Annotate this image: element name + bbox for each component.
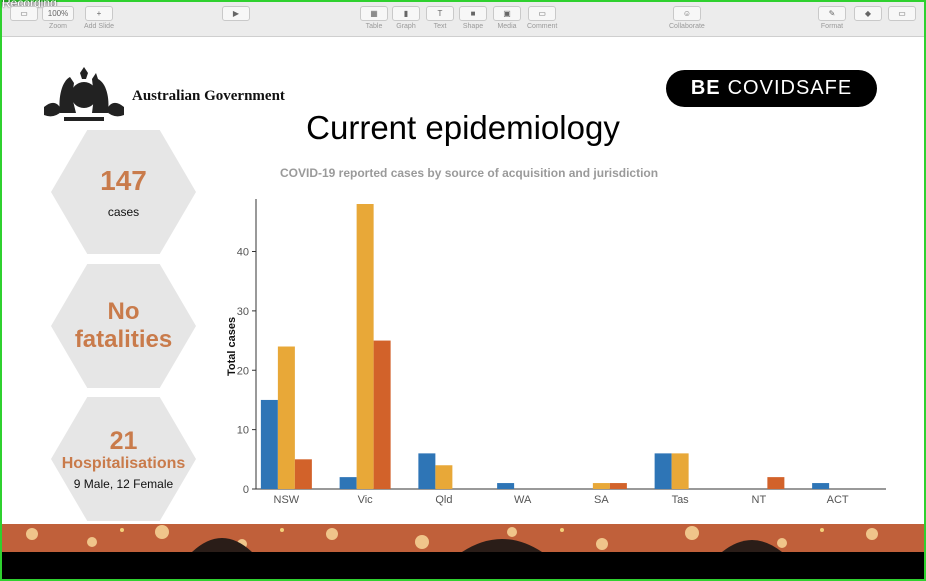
x-tick-label: SA bbox=[594, 494, 609, 506]
x-tick-label: Qld bbox=[435, 494, 452, 506]
view-button[interactable]: ▭ bbox=[10, 6, 38, 23]
y-axis-label: Total cases bbox=[226, 317, 238, 376]
bar bbox=[277, 346, 295, 489]
bar bbox=[592, 483, 610, 489]
zoom-label: Zoom bbox=[49, 23, 67, 30]
y-tick-label: 0 bbox=[243, 484, 249, 496]
slide-canvas[interactable]: Australian Government BE COVIDSAFE Curren… bbox=[2, 37, 924, 524]
bar bbox=[812, 483, 830, 489]
comment-icon: ▭ bbox=[528, 6, 557, 21]
comment-label: Comment bbox=[527, 23, 558, 30]
plus-icon: + bbox=[84, 6, 113, 21]
bottom-bar bbox=[2, 552, 924, 577]
hospitalisations-hexagon: 21 Hospitalisations 9 Male, 12 Female bbox=[51, 397, 196, 521]
graph-button[interactable]: ▮ Graph bbox=[392, 6, 420, 30]
graph-label: Graph bbox=[396, 23, 416, 30]
y-tick-label: 30 bbox=[237, 306, 249, 318]
fatalities-line2: fatalities bbox=[74, 326, 173, 353]
shape-icon: ■ bbox=[459, 6, 487, 21]
x-tick-label: Vic bbox=[358, 494, 374, 506]
x-tick-label: NT bbox=[752, 494, 767, 506]
x-tick-label: ACT bbox=[827, 494, 849, 506]
collaborate-icon: ☺ bbox=[672, 6, 701, 21]
bar bbox=[497, 483, 515, 489]
bar bbox=[609, 483, 627, 489]
sidebar-icon: ▭ bbox=[10, 6, 38, 21]
document-icon: ▭ bbox=[888, 6, 916, 21]
x-tick-label: WA bbox=[514, 494, 532, 506]
shape-label: Shape bbox=[462, 23, 484, 30]
government-label: Australian Government bbox=[132, 88, 285, 104]
comment-button[interactable]: ▭ Comment bbox=[527, 6, 557, 30]
diamond-icon: ◆ bbox=[854, 6, 882, 21]
collaborate-button[interactable]: ☺ Collaborate bbox=[669, 6, 705, 30]
graph-icon: ▮ bbox=[392, 6, 420, 21]
media-button[interactable]: ▣ Media bbox=[493, 6, 521, 30]
collaborate-label: Collaborate bbox=[669, 23, 705, 30]
format-label: Format bbox=[820, 23, 844, 30]
brand-rest: COVIDSAFE bbox=[727, 77, 853, 99]
table-icon: ▦ bbox=[360, 6, 388, 21]
cases-bar-chart: 0 10 20 30 40 Total cases NSW Vic Qld WA SA Tas NT AC… bbox=[226, 199, 886, 506]
bar bbox=[294, 459, 312, 489]
play-icon: ▶ bbox=[222, 6, 250, 21]
format-icon: ✎ bbox=[818, 6, 846, 21]
bar bbox=[339, 477, 357, 489]
toolbar: Recording ▭ 100% Zoom + Add Slide ▶ ▦ Tab… bbox=[2, 0, 924, 37]
x-tick-label: NSW bbox=[274, 494, 300, 506]
table-button[interactable]: ▦ Table bbox=[360, 6, 388, 30]
fatalities-hexagon: No fatalities bbox=[51, 264, 196, 388]
covidsafe-logo: BE COVIDSAFE bbox=[666, 70, 877, 107]
text-icon: T bbox=[426, 6, 454, 21]
fatalities-line1: No bbox=[107, 298, 140, 326]
y-tick-label: 40 bbox=[237, 247, 249, 259]
brand-bold: BE bbox=[690, 77, 721, 99]
bar bbox=[767, 477, 785, 489]
hospitalisations-label: Hospitalisations bbox=[61, 455, 186, 473]
table-label: Table bbox=[365, 23, 383, 30]
hospitalisations-value: 21 bbox=[109, 426, 138, 455]
animate-button[interactable]: ◆ bbox=[854, 6, 882, 23]
cases-value: 147 bbox=[100, 164, 147, 196]
bar bbox=[654, 453, 672, 489]
bar bbox=[356, 204, 374, 489]
bar bbox=[435, 465, 453, 489]
media-icon: ▣ bbox=[493, 6, 521, 21]
y-tick-label: 20 bbox=[237, 365, 249, 377]
y-tick-label: 10 bbox=[237, 425, 249, 437]
play-button[interactable]: ▶ bbox=[222, 6, 250, 23]
bar bbox=[373, 340, 391, 489]
hospitalisations-detail: 9 Male, 12 Female bbox=[73, 477, 174, 492]
text-button[interactable]: T Text bbox=[426, 6, 454, 30]
chart-title: COVID-19 reported cases by source of acq… bbox=[280, 166, 659, 180]
cases-hexagon: 147 cases bbox=[51, 130, 196, 254]
shape-button[interactable]: ■ Shape bbox=[459, 6, 487, 30]
text-label: Text bbox=[433, 23, 447, 30]
cases-label: cases bbox=[107, 205, 140, 220]
format-button[interactable]: ✎ Format bbox=[818, 6, 846, 30]
zoom-value: 100% bbox=[47, 9, 69, 18]
add-slide-label: Add Slide bbox=[84, 23, 114, 30]
x-tick-label: Tas bbox=[672, 494, 690, 506]
document-button[interactable]: ▭ bbox=[888, 6, 916, 23]
add-slide-button[interactable]: + Add Slide bbox=[84, 6, 114, 30]
bar bbox=[671, 453, 689, 489]
indigenous-art-banner bbox=[2, 524, 924, 552]
bar bbox=[418, 453, 436, 489]
bar bbox=[260, 399, 278, 489]
media-label: Media bbox=[497, 23, 517, 30]
zoom-dropdown[interactable]: 100% Zoom bbox=[42, 6, 74, 30]
